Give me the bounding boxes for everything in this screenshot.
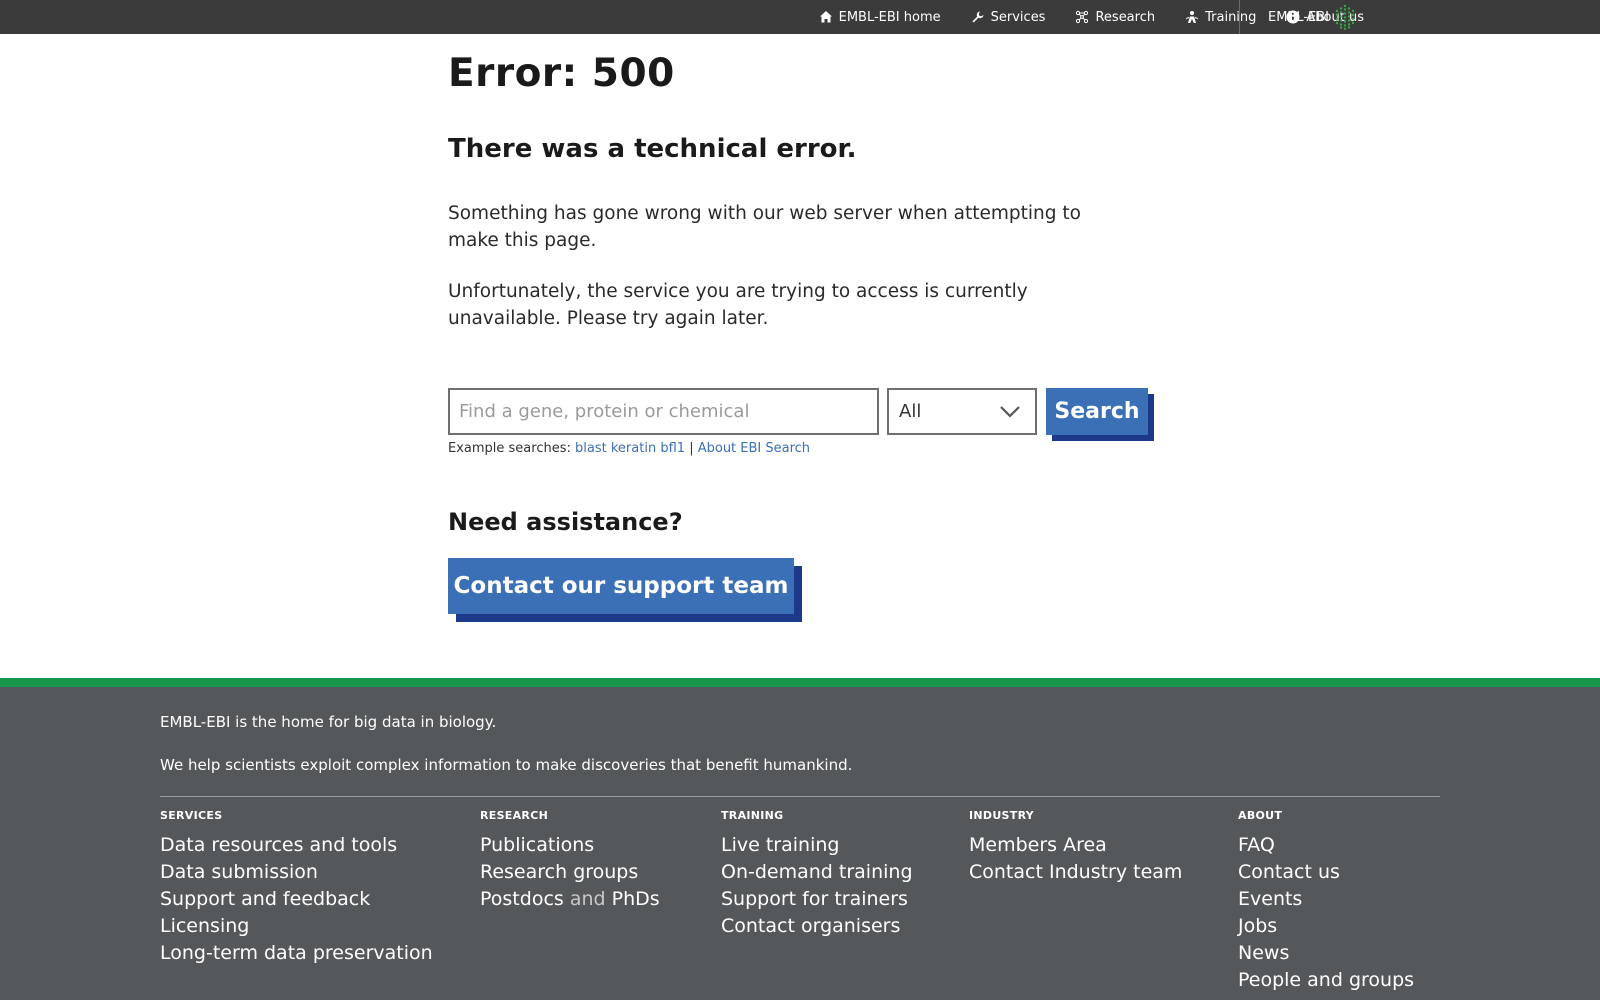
nav-label: Services: [990, 9, 1046, 25]
footer-link[interactable]: Support and feedback: [160, 886, 433, 913]
global-footer: EMBL-EBI is the home for big data in bio…: [0, 687, 1600, 1000]
example-search-link[interactable]: blast: [575, 441, 607, 456]
search-scope-select[interactable]: All: [887, 388, 1037, 435]
nav-label: Research: [1095, 9, 1156, 25]
footer-link[interactable]: Jobs: [1238, 913, 1414, 940]
nav-embl-ebi-home[interactable]: EMBL-EBI home: [819, 10, 941, 25]
brand-label: EMBL-EBI: [1268, 9, 1330, 25]
footer-link[interactable]: Contact organisers: [721, 913, 913, 940]
footer-link[interactable]: On-demand training: [721, 859, 913, 886]
footer-link[interactable]: PhDs: [612, 888, 660, 910]
footer-column-industry: INDUSTRY Members Area Contact Industry t…: [969, 809, 1182, 886]
footer-link[interactable]: Publications: [480, 832, 660, 859]
example-search-link[interactable]: keratin: [611, 441, 656, 456]
footer-link[interactable]: Events: [1238, 886, 1414, 913]
footer-column-heading: ABOUT: [1238, 809, 1283, 822]
search-button[interactable]: Search: [1046, 388, 1148, 435]
examples-separator: |: [689, 441, 694, 456]
footer-accent-strip: [0, 678, 1600, 687]
footer-link[interactable]: Live training: [721, 832, 913, 859]
chevron-down-icon: [999, 404, 1021, 418]
footer-column-services: SERVICES Data resources and tools Data s…: [160, 809, 433, 967]
footer-link[interactable]: Data submission: [160, 859, 433, 886]
footer-link[interactable]: Research groups: [480, 859, 660, 886]
example-search-link[interactable]: bfl1: [660, 441, 685, 456]
footer-column-research: RESEARCH Publications Research groups Po…: [480, 809, 660, 913]
nav-label: EMBL-EBI home: [838, 9, 941, 25]
footer-link[interactable]: Licensing: [160, 913, 433, 940]
footer-tagline: EMBL-EBI is the home for big data in bio…: [160, 713, 497, 731]
embl-ebi-brand-link[interactable]: EMBL-EBI: [1268, 0, 1358, 34]
footer-column-heading: SERVICES: [160, 809, 223, 822]
footer-column-about: ABOUT FAQ Contact us Events Jobs News Pe…: [1238, 809, 1414, 994]
footer-link-group: Postdocs and PhDs: [480, 886, 660, 913]
footer-link[interactable]: Support for trainers: [721, 886, 913, 913]
footer-link[interactable]: Contact us: [1238, 859, 1414, 886]
nav-training[interactable]: Training: [1185, 10, 1256, 25]
wrench-icon: [971, 10, 985, 24]
footer-link[interactable]: News: [1238, 940, 1414, 967]
footer-column-heading: INDUSTRY: [969, 809, 1035, 822]
nav-research[interactable]: Research: [1075, 10, 1155, 25]
footer-link[interactable]: Contact Industry team: [969, 859, 1182, 886]
examples-label: Example searches:: [448, 441, 571, 456]
footer-link[interactable]: Postdocs: [480, 888, 564, 910]
embl-ebi-logo-icon: [1332, 3, 1358, 31]
global-masthead: EMBL-EBI home Services Research Training…: [0, 0, 1600, 34]
error-subtitle: There was a technical error.: [448, 134, 857, 164]
contact-button-wrapper: Contact our support team: [448, 558, 802, 622]
nav-label: Training: [1205, 9, 1257, 25]
search-scope-value: All: [899, 401, 922, 422]
search-input[interactable]: [448, 388, 879, 435]
footer-link[interactable]: FAQ: [1238, 832, 1414, 859]
home-icon: [819, 10, 833, 24]
example-searches: Example searches: blast keratin bfl1 | A…: [448, 441, 810, 456]
footer-column-training: TRAINING Live training On-demand trainin…: [721, 809, 913, 940]
error-description: Something has gone wrong with our web se…: [448, 203, 1081, 251]
footer-column-heading: TRAINING: [721, 809, 784, 822]
footer-link[interactable]: Data resources and tools: [160, 832, 433, 859]
unavailable-notice: Unfortunately, the service you are tryin…: [448, 281, 1028, 329]
footer-link[interactable]: Long-term data preservation: [160, 940, 433, 967]
page-title: Error: 500: [448, 51, 675, 96]
assistance-heading: Need assistance?: [448, 508, 683, 536]
footer-conjunction: and: [569, 888, 606, 910]
network-icon: [1075, 10, 1089, 24]
footer-mission: We help scientists exploit complex infor…: [160, 756, 853, 774]
footer-link[interactable]: Members Area: [969, 832, 1182, 859]
footer-divider: [160, 796, 1440, 797]
error-content: Error: 500 There was a technical error. …: [448, 50, 1148, 332]
training-icon: [1185, 10, 1199, 24]
footer-link[interactable]: People and groups: [1238, 967, 1414, 994]
search-button-wrapper: Search: [1046, 388, 1154, 441]
contact-support-button[interactable]: Contact our support team: [448, 558, 794, 614]
nav-divider: [1239, 0, 1240, 34]
footer-column-heading: RESEARCH: [480, 809, 549, 822]
about-ebi-search-link[interactable]: About EBI Search: [698, 441, 810, 456]
nav-services[interactable]: Services: [971, 9, 1046, 25]
ebi-search-form: All Search: [448, 388, 1154, 441]
